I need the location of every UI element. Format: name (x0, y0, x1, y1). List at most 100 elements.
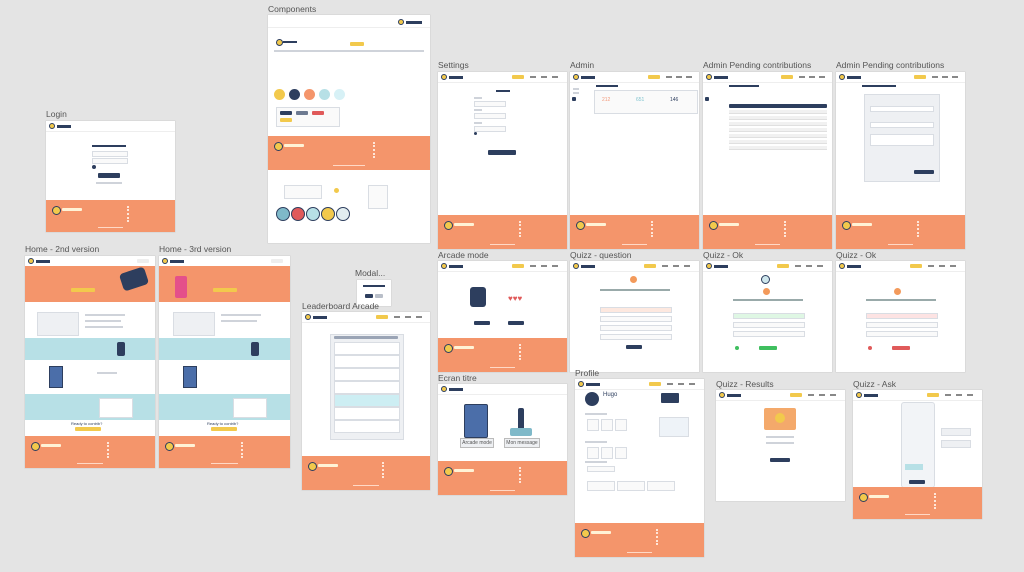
message-mode-button[interactable]: Mon message (504, 438, 540, 448)
nav-item[interactable] (686, 76, 692, 78)
home-v2-contrib-button[interactable] (75, 427, 101, 431)
nav-contribute-button[interactable] (790, 393, 802, 397)
ask-field[interactable] (941, 428, 971, 436)
table-row[interactable] (729, 134, 827, 138)
answer-option[interactable] (866, 322, 938, 328)
login-password-field[interactable] (92, 158, 128, 164)
profile-dropdown[interactable] (587, 466, 615, 472)
admin-side-item[interactable] (573, 92, 579, 94)
next-button[interactable] (892, 346, 910, 350)
home-v3-hero-cta[interactable] (213, 288, 237, 292)
answer-option[interactable] (600, 316, 672, 322)
settings-field[interactable] (474, 101, 506, 107)
nav-item[interactable] (541, 76, 547, 78)
nav-contribute-button[interactable] (376, 315, 388, 319)
arcade-mode-button[interactable]: Arcade mode (460, 438, 494, 448)
nav-item[interactable] (416, 316, 422, 318)
nav-item[interactable] (819, 394, 825, 396)
nav-item[interactable] (689, 383, 695, 385)
settings-field[interactable] (474, 113, 506, 119)
contribution-field[interactable] (870, 122, 934, 128)
nav-item[interactable] (808, 394, 814, 396)
nav-contribute-button[interactable] (512, 75, 524, 79)
nav-contribute-button[interactable] (644, 264, 656, 268)
nav-item[interactable] (662, 265, 668, 267)
ask-send-button[interactable] (909, 480, 925, 484)
nav-item[interactable] (405, 316, 411, 318)
nav-item[interactable] (967, 394, 973, 396)
nav-item[interactable] (830, 394, 836, 396)
settings-field[interactable] (474, 126, 506, 132)
nav-item[interactable] (809, 76, 815, 78)
arcade-leaderboard-button[interactable] (508, 321, 524, 325)
nav-item[interactable] (799, 76, 805, 78)
contribution-submit-button[interactable] (914, 170, 934, 174)
nav-item[interactable] (806, 265, 812, 267)
results-continue-button[interactable] (770, 458, 790, 462)
nav-item[interactable] (939, 265, 945, 267)
answer-wrong[interactable] (866, 313, 938, 319)
nav-contribute-button[interactable] (927, 393, 939, 397)
table-row[interactable] (729, 116, 827, 120)
nav-item[interactable] (945, 394, 951, 396)
answer-option[interactable] (600, 325, 672, 331)
nav-item[interactable] (667, 383, 673, 385)
nav-item[interactable] (530, 265, 536, 267)
settings-toggle[interactable] (474, 132, 477, 135)
nav-item[interactable] (952, 76, 958, 78)
nav-item[interactable] (530, 76, 536, 78)
table-row[interactable] (729, 146, 827, 150)
nav-item[interactable] (817, 265, 823, 267)
answer-option[interactable] (600, 307, 672, 313)
answer-option[interactable] (600, 334, 672, 340)
nav-item[interactable] (819, 76, 825, 78)
settings-save-button[interactable] (488, 150, 516, 155)
table-row[interactable] (729, 122, 827, 126)
nav-contribute-button[interactable] (512, 264, 524, 268)
home-v3-contrib-button[interactable] (211, 427, 237, 431)
nav-contribute-button[interactable] (914, 75, 926, 79)
nav-item[interactable] (684, 265, 690, 267)
nav-contribute-button[interactable] (649, 382, 661, 386)
answer-correct[interactable] (733, 313, 805, 319)
login-toggle[interactable] (92, 165, 96, 169)
nav-contribute-button[interactable] (910, 264, 922, 268)
nav-item[interactable] (956, 394, 962, 396)
next-button[interactable] (759, 346, 777, 350)
home-v2-hero-cta[interactable] (71, 288, 95, 292)
nav-login-button[interactable] (137, 259, 149, 263)
nav-item[interactable] (678, 383, 684, 385)
nav-item[interactable] (666, 76, 672, 78)
table-row[interactable] (729, 140, 827, 144)
nav-item[interactable] (552, 76, 558, 78)
login-email-field[interactable] (92, 151, 128, 157)
contribution-field[interactable] (870, 134, 934, 146)
validate-button[interactable] (626, 345, 642, 349)
nav-item[interactable] (932, 76, 938, 78)
ask-field[interactable] (941, 440, 971, 448)
login-forgot[interactable] (96, 182, 122, 184)
admin-side-active[interactable] (705, 97, 709, 101)
table-row[interactable] (729, 128, 827, 132)
modal-confirm-button[interactable] (365, 294, 373, 298)
nav-contribute-button[interactable] (777, 264, 789, 268)
nav-login-button[interactable] (271, 259, 283, 263)
nav-item[interactable] (552, 265, 558, 267)
nav-contribute-button[interactable] (648, 75, 660, 79)
answer-option[interactable] (733, 331, 805, 337)
login-button[interactable] (98, 173, 120, 178)
modal-cancel-button[interactable] (375, 294, 383, 298)
nav-item[interactable] (928, 265, 934, 267)
contribution-field[interactable] (870, 106, 934, 112)
nav-item[interactable] (795, 265, 801, 267)
admin-side-item[interactable] (573, 88, 579, 90)
nav-item[interactable] (673, 265, 679, 267)
nav-item[interactable] (541, 265, 547, 267)
answer-option[interactable] (733, 322, 805, 328)
table-row[interactable] (729, 110, 827, 114)
nav-item[interactable] (394, 316, 400, 318)
nav-item[interactable] (942, 76, 948, 78)
answer-option[interactable] (866, 331, 938, 337)
leaderboard-tabs[interactable] (334, 336, 398, 339)
nav-contribute-button[interactable] (781, 75, 793, 79)
